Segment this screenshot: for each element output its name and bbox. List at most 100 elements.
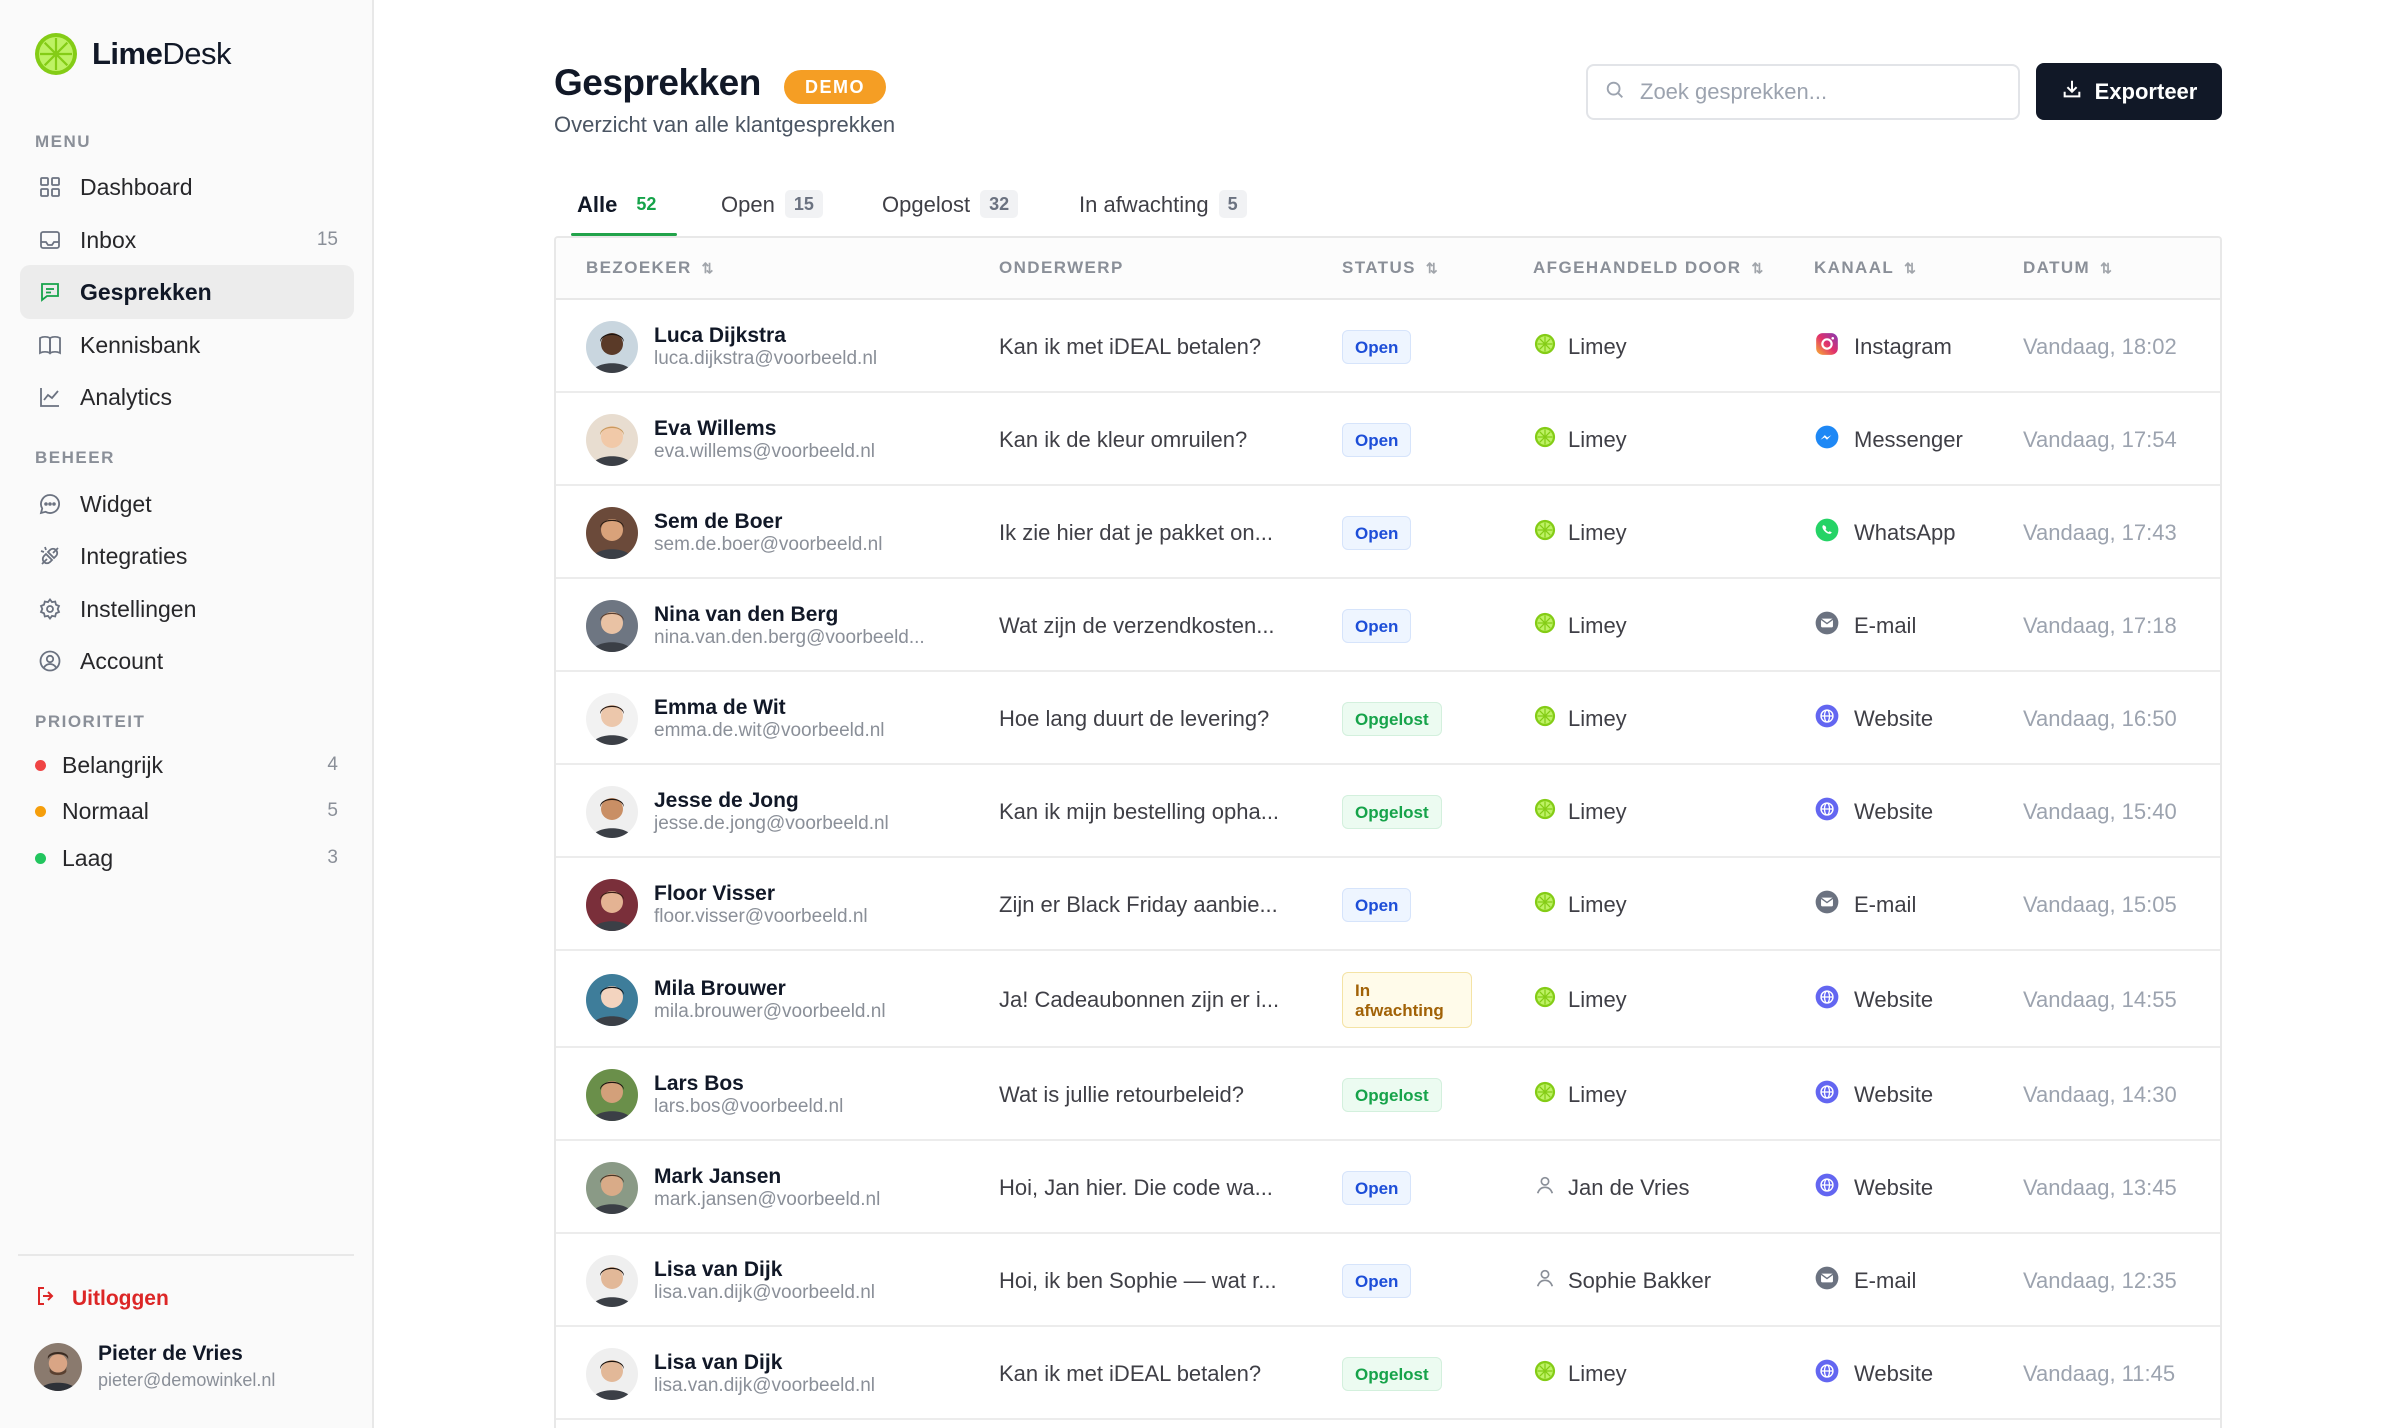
tab-alle[interactable]: Alle 52: [577, 190, 665, 236]
date-text: Vandaag, 12:35: [2023, 1267, 2177, 1293]
tab-opgelost[interactable]: Opgelost 32: [882, 190, 1019, 236]
visitor-name: Jesse de Jong: [654, 788, 799, 812]
table-row[interactable]: Lisa van Dijk lisa.van.dijk@voorbeeld.nl H…: [556, 1234, 2220, 1327]
table-row[interactable]: Nina van den Berg nina.van.den.berg@voorb…: [556, 579, 2220, 672]
sidebar-item-inbox[interactable]: Inbox 15: [20, 213, 354, 267]
date-cell: Vandaag, 11:45: [2023, 1327, 2175, 1420]
status-cell: Opgelost: [1342, 765, 1442, 858]
sidebar-item-kennisbank[interactable]: Kennisbank: [20, 318, 354, 372]
table-row[interactable]: Luca Dijkstra luca.dijkstra@voorbeeld.nl K…: [556, 300, 2220, 393]
table-row[interactable]: Emma de Wit emma.de.wit@voorbeeld.nl Hoe l…: [556, 672, 2220, 765]
handler-cell: Limey: [1534, 579, 1627, 672]
channel-cell: Messenger: [1814, 393, 1963, 486]
table-row[interactable]: Mila Brouwer mila.brouwer@voorbeeld.nl Ja!…: [556, 951, 2220, 1048]
table-row[interactable]: Floor Visser floor.visser@voorbeeld.nl Zij…: [556, 858, 2220, 951]
status-badge: Open: [1342, 422, 1412, 457]
status-cell: Open: [1342, 1141, 1412, 1234]
channel-name: E-mail: [1854, 891, 1917, 917]
visitor-email: floor.visser@voorbeeld.nl: [654, 905, 868, 927]
column-header-kanaal[interactable]: KANAAL ⇅: [1814, 258, 1916, 278]
sidebar-item-integraties[interactable]: Integraties: [20, 529, 354, 583]
table-row[interactable]: Jesse de Jong jesse.de.jong@voorbeeld.nl K…: [556, 765, 2220, 858]
column-header-bezoeker[interactable]: BEZOEKER ⇅: [586, 258, 713, 278]
sidebar-item-label: Instellingen: [80, 595, 197, 622]
visitor-name: Eva Willems: [654, 416, 777, 440]
priority-label: Laag: [62, 844, 114, 871]
subject-text: Hoe lang duurt de levering?: [999, 705, 1270, 731]
priority-item-laag[interactable]: Laag 3: [20, 836, 354, 880]
sidebar-item-widget[interactable]: Widget: [20, 477, 354, 531]
priority-dot-icon: [35, 759, 46, 771]
column-header-datum[interactable]: DATUM ⇅: [2023, 258, 2112, 278]
date-text: Vandaag, 15:05: [2023, 891, 2177, 917]
table-row[interactable]: Mark Jansen mark.jansen@voorbeeld.nl Hoi, …: [556, 1141, 2220, 1234]
search-input[interactable]: [1640, 79, 2000, 105]
sidebar: LimeDesk MENU Dashboard Inbox 15 Gesprek…: [0, 0, 374, 1428]
priority-count: 3: [327, 847, 338, 868]
subject-text: Kan ik met iDEAL betalen?: [999, 333, 1262, 359]
tab-count: 32: [980, 190, 1019, 218]
handler-name: Limey: [1568, 519, 1627, 545]
mail-icon: [1814, 1265, 1840, 1296]
mail-icon: [1814, 889, 1840, 920]
subject-text: Kan ik met iDEAL betalen?: [999, 1360, 1262, 1386]
table-row[interactable]: Lars Bos lars.bos@voorbeeld.nl Wat is jull…: [556, 1048, 2220, 1141]
sidebar-item-instellingen[interactable]: Instellingen: [20, 582, 354, 636]
handler-name: Limey: [1568, 1081, 1627, 1107]
subject-text: Ik zie hier dat je pakket on...: [999, 519, 1273, 545]
column-header-status[interactable]: STATUS ⇅: [1342, 258, 1438, 278]
handler-cell: Limey: [1534, 1048, 1627, 1141]
status-cell: Opgelost: [1342, 1048, 1442, 1141]
globe-icon: [1814, 1172, 1840, 1203]
date-cell: Vandaag, 15:05: [2023, 858, 2177, 951]
brand-name: LimeDesk: [92, 36, 231, 71]
sidebar-item-account[interactable]: Account: [20, 634, 354, 688]
sidebar-item-label: Gesprekken: [80, 278, 212, 305]
sort-icon: ⇅: [1425, 259, 1438, 276]
priority-item-normaal[interactable]: Normaal 5: [20, 789, 354, 833]
tab-in-afwachting[interactable]: In afwachting 5: [1079, 190, 1247, 236]
handler-name: Limey: [1568, 705, 1627, 731]
visitor-cell: Nina van den Berg nina.van.den.berg@voorb…: [586, 579, 925, 672]
status-cell: Opgelost: [1342, 1327, 1442, 1420]
current-user[interactable]: Pieter de Vries pieter@demowinkel.nl: [34, 1342, 275, 1391]
table-row[interactable]: Lisa van Dijk lisa.van.dijk@voorbeeld.nl K…: [556, 1327, 2220, 1420]
avatar: [586, 599, 638, 652]
column-header-onderwerp: ONDERWERP: [999, 258, 1124, 277]
limey-bot-icon: [1534, 426, 1556, 453]
gear-icon: [36, 595, 64, 623]
visitor-cell: Lisa van Dijk lisa.van.dijk@voorbeeld.nl: [586, 1234, 875, 1327]
sidebar-item-label: Account: [80, 647, 164, 674]
sidebar-item-dashboard[interactable]: Dashboard: [20, 160, 354, 214]
subject-cell: Wat is jullie retourbeleid?: [999, 1048, 1244, 1141]
export-button[interactable]: Exporteer: [2036, 63, 2222, 120]
brand-logo[interactable]: LimeDesk: [34, 32, 231, 76]
visitor-email: nina.van.den.berg@voorbeeld...: [654, 626, 925, 648]
search-box[interactable]: [1586, 64, 2020, 120]
sidebar-item-gesprekken[interactable]: Gesprekken: [20, 265, 354, 319]
tab-open[interactable]: Open 15: [721, 190, 823, 236]
logout-button[interactable]: Uitloggen: [34, 1284, 169, 1313]
table-row[interactable]: Eva Willems eva.willems@voorbeeld.nl Kan i…: [556, 393, 2220, 486]
sidebar-item-analytics[interactable]: Analytics: [20, 370, 354, 424]
subject-text: Hoi, ik ben Sophie — wat r...: [999, 1267, 1277, 1293]
menu-section-label: MENU: [35, 132, 92, 151]
priority-item-belangrijk[interactable]: Belangrijk 4: [20, 743, 354, 787]
table-row[interactable]: Sem de Boer sem.de.boer@voorbeeld.nl Ik zi…: [556, 486, 2220, 579]
handler-name: Limey: [1568, 986, 1627, 1012]
subject-cell: Kan ik met iDEAL betalen?: [999, 1327, 1261, 1420]
visitor-cell: Sem de Boer sem.de.boer@voorbeeld.nl: [586, 486, 882, 579]
visitor-name: Lars Bos: [654, 1071, 744, 1095]
visitor-cell: Floor Visser floor.visser@voorbeeld.nl: [586, 858, 868, 951]
date-text: Vandaag, 14:30: [2023, 1081, 2177, 1107]
subject-text: Hoi, Jan hier. Die code wa...: [999, 1174, 1273, 1200]
status-badge: Opgelost: [1342, 701, 1442, 736]
column-header-afgehandeld-door[interactable]: AFGEHANDELD DOOR ⇅: [1533, 258, 1763, 278]
priority-label: Normaal: [62, 797, 149, 824]
visitor-email: emma.de.wit@voorbeeld.nl: [654, 719, 885, 741]
visitor-name: Emma de Wit: [654, 695, 786, 719]
status-badge: Open: [1342, 608, 1412, 643]
visitor-email: sem.de.boer@voorbeeld.nl: [654, 533, 883, 555]
visitor-email: lisa.van.dijk@voorbeeld.nl: [654, 1281, 876, 1303]
user-name: Pieter de Vries: [98, 1342, 243, 1365]
